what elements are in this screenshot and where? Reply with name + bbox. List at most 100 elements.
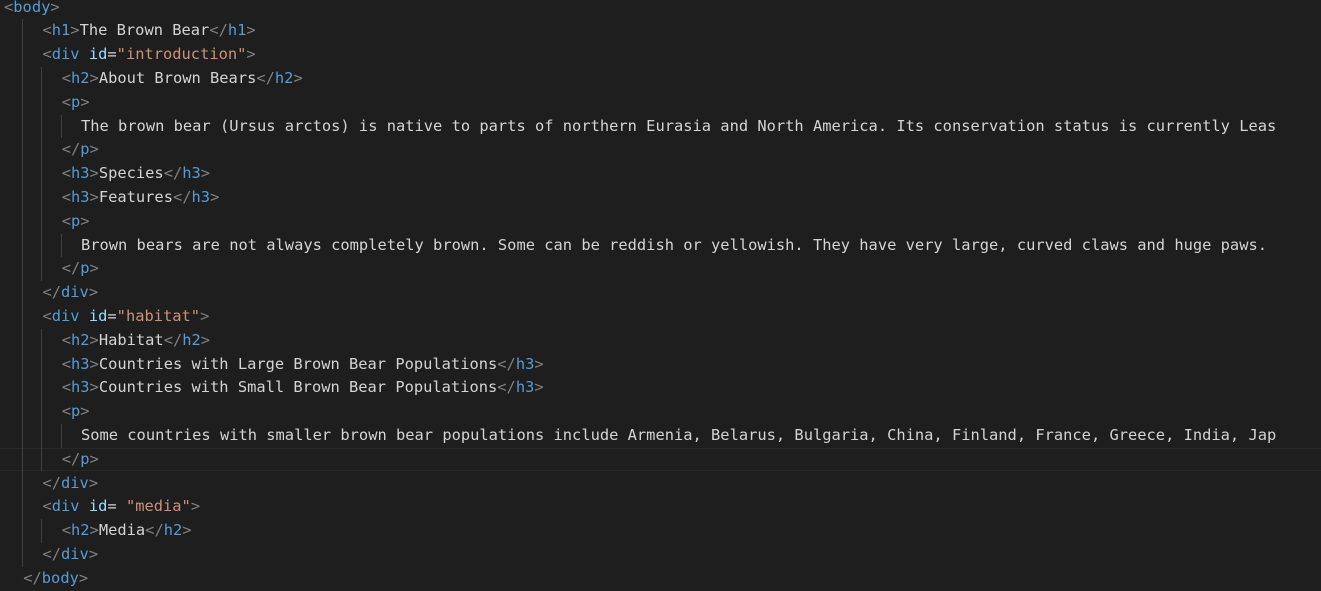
code-line[interactable]: </div>	[0, 472, 1321, 496]
code-token: div	[51, 45, 80, 64]
code-token: </	[61, 140, 81, 159]
code-token: p	[71, 402, 81, 421]
code-token: id	[88, 45, 108, 64]
code-token: Brown bears are not always completely br…	[80, 235, 1267, 254]
code-line[interactable]: <p>	[0, 91, 1321, 115]
code-line-content: <h3>Features</h3>	[62, 186, 220, 210]
code-token: <	[42, 306, 52, 325]
code-line-content: <h2>Media</h2>	[62, 519, 192, 543]
code-token: <	[61, 521, 71, 540]
code-token: </	[42, 473, 62, 492]
code-line-content: <h2>Habitat</h2>	[62, 329, 210, 353]
code-token: The Brown Bear	[79, 21, 210, 40]
code-editor[interactable]: <body> <h1>The Brown Bear</h1> <div id="in…	[0, 0, 1321, 591]
indent-guide	[41, 328, 43, 472]
code-token: >	[246, 21, 256, 40]
code-token: >	[200, 330, 211, 349]
code-token: h3	[71, 187, 90, 206]
code-line[interactable]: <h1>The Brown Bear</h1>	[0, 19, 1321, 43]
code-line[interactable]: </p>	[0, 138, 1321, 162]
code-token: >	[210, 187, 220, 206]
code-line[interactable]: </body>	[0, 567, 1321, 591]
code-token: >	[89, 259, 99, 278]
code-token: </	[61, 259, 81, 278]
code-token: Countries with Small Brown Bear Populati…	[98, 378, 498, 397]
code-token: >	[78, 568, 89, 587]
code-line-content: <p>	[62, 400, 90, 424]
code-token: >	[80, 211, 90, 230]
code-token: >	[190, 497, 201, 516]
code-token: <	[61, 330, 71, 349]
code-token: Some countries with smaller brown bear p…	[80, 425, 1277, 444]
code-token: h3	[71, 378, 90, 397]
code-token: h3	[515, 378, 535, 397]
code-line-content: <h3>Species</h3>	[62, 162, 210, 186]
code-token: <	[61, 187, 71, 206]
code-token: "introduction"	[116, 45, 247, 64]
code-token: body	[41, 568, 79, 587]
code-token: h2	[274, 68, 294, 87]
code-line[interactable]: <h2>About Brown Bears</h2>	[0, 67, 1321, 91]
code-line[interactable]: </p>	[0, 448, 1321, 472]
code-token: >	[89, 354, 99, 373]
code-line[interactable]: </div>	[0, 543, 1321, 567]
code-line-content: <h1>The Brown Bear</h1>	[42, 19, 255, 43]
code-line[interactable]: <h3>Features</h3>	[0, 186, 1321, 210]
code-line[interactable]: <p>	[0, 400, 1321, 424]
code-line-content: The brown bear (Ursus arctos) is native …	[81, 115, 1276, 139]
code-token: p	[80, 449, 90, 468]
code-line[interactable]: <h2>Media</h2>	[0, 519, 1321, 543]
code-token: >	[50, 0, 60, 16]
code-line-content: <p>	[62, 91, 90, 115]
code-line[interactable]: Some countries with smaller brown bear p…	[0, 424, 1321, 448]
code-line[interactable]: </p>	[0, 257, 1321, 281]
code-line[interactable]: <h3>Countries with Small Brown Bear Popu…	[0, 376, 1321, 400]
code-line-content: </div>	[42, 281, 98, 305]
code-token: >	[88, 544, 99, 563]
code-token: <	[42, 45, 52, 64]
code-line[interactable]: <h2>Habitat</h2>	[0, 329, 1321, 353]
code-token: h2	[71, 330, 90, 349]
code-line[interactable]: <h3>Species</h3>	[0, 162, 1321, 186]
code-token: p	[80, 140, 90, 159]
code-token: id	[88, 497, 108, 516]
code-line[interactable]: <div id="habitat">	[0, 305, 1321, 329]
code-line[interactable]: The brown bear (Ursus arctos) is native …	[0, 115, 1321, 139]
code-line[interactable]: <div id= "media">	[0, 495, 1321, 519]
code-token: h2	[71, 521, 90, 540]
code-token: id	[88, 306, 108, 325]
code-token: </	[172, 187, 192, 206]
code-token: p	[71, 211, 81, 230]
code-token: >	[88, 473, 99, 492]
code-token: >	[182, 521, 192, 540]
code-token: >	[88, 283, 99, 302]
code-token: >	[70, 21, 80, 40]
code-token: <	[42, 21, 52, 40]
code-token: h3	[71, 354, 90, 373]
code-token: <	[42, 497, 52, 516]
code-token: <	[61, 211, 71, 230]
code-line-content: </body>	[23, 567, 88, 591]
code-token: Features	[98, 187, 173, 206]
code-token: </	[145, 521, 164, 540]
code-line[interactable]: <h3>Countries with Large Brown Bear Popu…	[0, 353, 1321, 377]
code-token: div	[61, 544, 89, 563]
code-token: Species	[98, 164, 164, 183]
code-line-content: <h2>About Brown Bears</h2>	[62, 67, 303, 91]
code-line-content: </div>	[42, 543, 98, 567]
code-line-content: <body>	[4, 0, 60, 19]
code-line-content: </p>	[62, 448, 99, 472]
code-token: body	[13, 0, 51, 16]
code-line[interactable]: Brown bears are not always completely br…	[0, 234, 1321, 258]
code-line[interactable]: <div id="introduction">	[0, 43, 1321, 67]
code-token: <	[4, 0, 14, 16]
code-token: >	[89, 164, 99, 183]
code-line[interactable]: <body>	[0, 0, 1321, 19]
code-token: >	[89, 187, 99, 206]
code-token: >	[200, 306, 210, 325]
code-line[interactable]: </div>	[0, 281, 1321, 305]
indent-guide	[60, 233, 62, 258]
code-line[interactable]: <p>	[0, 210, 1321, 234]
code-token: h1	[227, 21, 247, 40]
code-token: >	[89, 68, 99, 87]
